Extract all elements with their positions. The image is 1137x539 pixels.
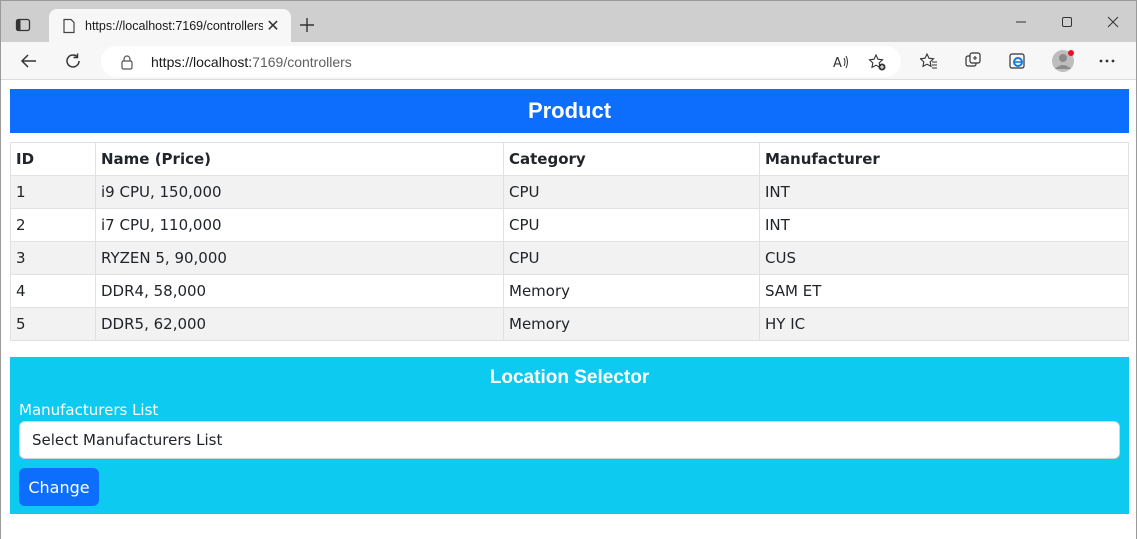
collections-icon[interactable]: [959, 47, 987, 75]
page-content: Product ID Name (Price) Category Manufac…: [1, 81, 1136, 539]
cell-manufacturer: INT: [759, 175, 1129, 209]
plus-icon[interactable]: [295, 13, 319, 37]
change-button[interactable]: Change: [19, 468, 99, 506]
cell-category: CPU: [503, 208, 760, 242]
cell-name: RYZEN 5, 90,000: [95, 241, 504, 275]
cell-manufacturer: HY IC: [759, 307, 1129, 341]
window-close-icon[interactable]: [1090, 1, 1136, 42]
cell-manufacturer: INT: [759, 208, 1129, 242]
table-header-row: ID Name (Price) Category Manufacturer: [10, 142, 1129, 176]
address-bar[interactable]: https://localhost:7169/controllers A: [101, 46, 901, 77]
tab-title: https://localhost:7169/controllers: [85, 18, 263, 33]
minimize-icon[interactable]: [998, 1, 1044, 42]
favorites-icon[interactable]: [915, 47, 943, 75]
favicon-icon: [61, 18, 77, 34]
cell-manufacturer: CUS: [759, 241, 1129, 275]
cell-category: Memory: [503, 307, 760, 341]
page-title: Product: [10, 89, 1129, 133]
close-icon[interactable]: ✕: [263, 16, 283, 36]
window-controls: [998, 1, 1136, 42]
manufacturers-select[interactable]: Select Manufacturers List: [19, 421, 1120, 459]
table-row: 5 DDR5, 62,000 Memory HY IC: [10, 307, 1129, 341]
cell-name: DDR5, 62,000: [95, 307, 504, 341]
header-category: Category: [503, 142, 760, 176]
browser-toolbar: https://localhost:7169/controllers A: [1, 42, 1136, 80]
ie-mode-icon[interactable]: [1003, 47, 1031, 75]
cell-id: 1: [10, 175, 96, 209]
cell-name: i7 CPU, 110,000: [95, 208, 504, 242]
table-row: 2 i7 CPU, 110,000 CPU INT: [10, 208, 1129, 242]
url-path: 7169/controllers: [252, 53, 352, 70]
table-row: 3 RYZEN 5, 90,000 CPU CUS: [10, 241, 1129, 275]
cell-id: 2: [10, 208, 96, 242]
cell-manufacturer: SAM ET: [759, 274, 1129, 308]
cell-id: 4: [10, 274, 96, 308]
profile-icon[interactable]: [1049, 47, 1077, 75]
cell-category: CPU: [503, 241, 760, 275]
address-icons: A: [827, 48, 891, 76]
lock-icon[interactable]: [119, 54, 135, 70]
header-name: Name (Price): [95, 142, 504, 176]
product-table: ID Name (Price) Category Manufacturer 1 …: [10, 142, 1129, 341]
maximize-icon[interactable]: [1044, 1, 1090, 42]
refresh-icon[interactable]: [59, 47, 87, 75]
svg-text:A: A: [833, 56, 842, 71]
more-icon[interactable]: [1093, 47, 1121, 75]
manufacturers-label: Manufacturers List: [19, 401, 159, 419]
cell-name: i9 CPU, 150,000: [95, 175, 504, 209]
table-row: 1 i9 CPU, 150,000 CPU INT: [10, 175, 1129, 209]
url-text: https://localhost:7169/controllers: [151, 54, 352, 70]
cell-category: Memory: [503, 274, 760, 308]
add-favorite-icon[interactable]: [863, 48, 891, 76]
back-icon[interactable]: [15, 47, 43, 75]
tab-strip: https://localhost:7169/controllers ✕: [1, 1, 1136, 42]
header-manufacturer: Manufacturer: [759, 142, 1129, 176]
location-selector-panel: Location Selector Manufacturers List Sel…: [10, 357, 1129, 514]
selector-title: Location Selector: [489, 367, 650, 388]
read-aloud-icon[interactable]: A: [827, 48, 855, 76]
url-host: https://localhost:: [151, 53, 253, 70]
table-row: 4 DDR4, 58,000 Memory SAM ET: [10, 274, 1129, 308]
header-id: ID: [10, 142, 96, 176]
cell-id: 3: [10, 241, 96, 275]
cell-name: DDR4, 58,000: [95, 274, 504, 308]
tab-actions-icon[interactable]: [9, 11, 37, 39]
cell-category: CPU: [503, 175, 760, 209]
browser-window: https://localhost:7169/controllers ✕ htt…: [0, 0, 1137, 539]
browser-tab[interactable]: https://localhost:7169/controllers ✕: [49, 9, 291, 42]
cell-id: 5: [10, 307, 96, 341]
